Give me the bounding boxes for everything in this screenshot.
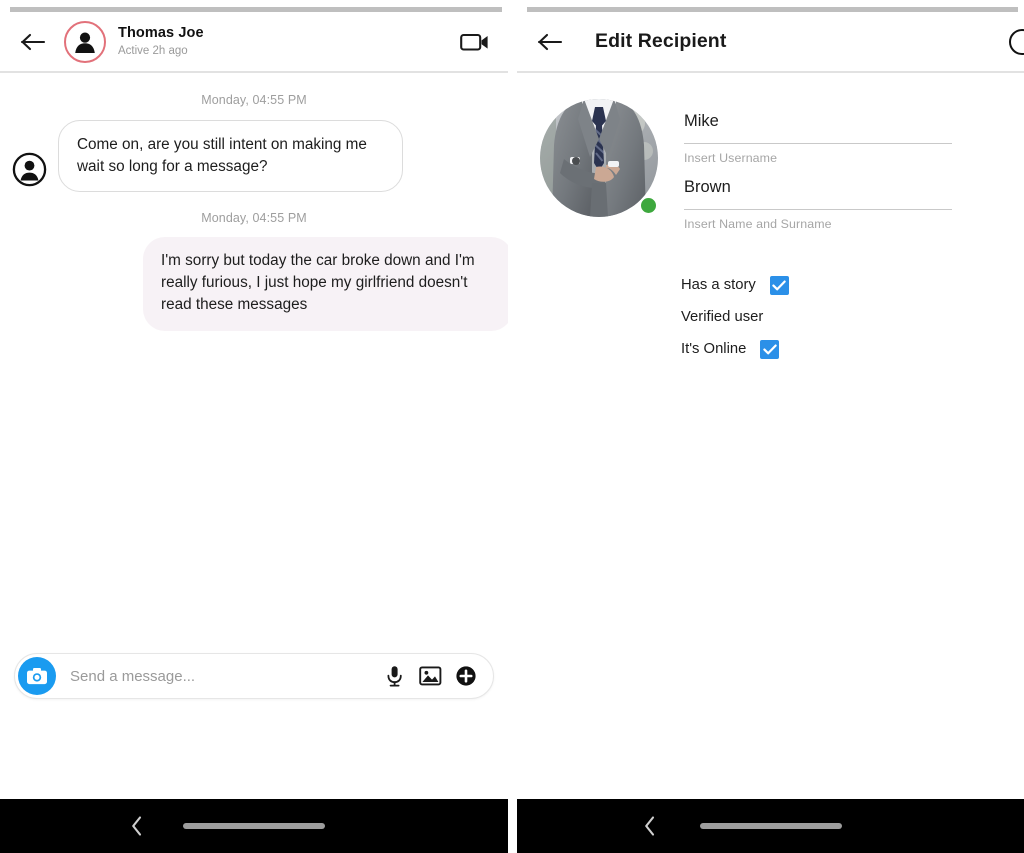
message-timestamp: Monday, 04:55 PM: [201, 211, 307, 226]
camera-icon[interactable]: [18, 657, 56, 695]
message-bubble-incoming: Come on, are you still intent on making …: [58, 120, 403, 193]
verified-user-checkbox[interactable]: [777, 308, 796, 327]
contact-status: Active 2h ago: [118, 44, 188, 57]
message-input[interactable]: [56, 667, 373, 685]
option-label: It's Online: [681, 341, 747, 358]
android-navigation-bar: [0, 799, 508, 853]
option-label: Verified user: [681, 309, 764, 326]
screenshot-stage: Thomas Joe Active 2h ago Monday, 04:55 P…: [0, 0, 1024, 853]
profile-circle-icon[interactable]: [1009, 28, 1024, 55]
message-composer-container: [0, 653, 508, 699]
page-title: Edit Recipient: [595, 30, 727, 52]
edit-recipient-panel: Edit Recipient Mike Insert Username Brow…: [517, 0, 1024, 853]
person-avatar-icon: [75, 32, 95, 53]
contact-avatar-with-story-ring[interactable]: [64, 20, 106, 63]
message-row-outgoing: I'm sorry but today the car broke down a…: [0, 237, 508, 331]
message-timestamp: Monday, 04:55 PM: [201, 93, 307, 107]
option-row-has-a-story: Has a story: [681, 270, 1024, 301]
recipient-options: Has a story Verified user It's Online: [517, 270, 1024, 365]
person-circle-icon: [10, 150, 48, 188]
fullname-input[interactable]: [684, 177, 952, 210]
avatar[interactable]: [540, 99, 658, 217]
fullname-field-block: Insert Name and Surname: [684, 177, 952, 231]
username-field-block: Insert Username: [684, 112, 952, 165]
contact-header-text: Thomas Joe Active 2h ago: [118, 24, 204, 58]
chevron-left-icon[interactable]: [643, 815, 657, 837]
status-bar-strip: [0, 0, 508, 12]
microphone-icon[interactable]: [379, 661, 409, 691]
android-navigation-bar: [517, 799, 1024, 853]
profile-photo: [540, 99, 658, 217]
its-online-checkbox[interactable]: [760, 339, 780, 359]
profile-row: Insert Username Insert Name and Surname: [517, 99, 1024, 231]
option-label: Has a story: [681, 277, 756, 294]
chat-screen-panel: Thomas Joe Active 2h ago Monday, 04:55 P…: [0, 0, 508, 853]
back-arrow-icon[interactable]: [16, 25, 50, 59]
online-dot: [641, 198, 656, 213]
fullname-field-hint: Insert Name and Surname: [684, 216, 832, 231]
chat-app-bar: Thomas Joe Active 2h ago: [0, 12, 508, 73]
option-row-verified-user: Verified user: [681, 302, 1024, 333]
contact-name: Thomas Joe: [118, 25, 204, 42]
has-a-story-checkbox[interactable]: [769, 275, 789, 295]
recipient-fields: Insert Username Insert Name and Surname: [684, 99, 952, 231]
message-composer: [14, 653, 494, 699]
username-field-hint: Insert Username: [684, 150, 778, 165]
edit-recipient-app-bar: Edit Recipient: [517, 12, 1024, 73]
edit-recipient-form: Insert Username Insert Name and Surname …: [517, 73, 1024, 740]
chevron-left-icon[interactable]: [130, 815, 144, 837]
message-row-incoming: Come on, are you still intent on making …: [0, 120, 508, 193]
message-bubble-outgoing: I'm sorry but today the car broke down a…: [143, 237, 508, 331]
video-camera-icon[interactable]: [458, 27, 492, 57]
image-icon[interactable]: [415, 661, 445, 691]
chat-message-list[interactable]: Monday, 04:55 PM Come on, are you still …: [0, 93, 508, 760]
back-arrow-icon[interactable]: [533, 25, 567, 59]
option-row-its-online: It's Online: [681, 334, 1024, 365]
plus-circle-icon[interactable]: [451, 661, 481, 691]
username-input[interactable]: [684, 112, 952, 144]
status-bar-strip: [517, 0, 1024, 12]
home-indicator[interactable]: [183, 823, 325, 829]
home-indicator[interactable]: [699, 823, 842, 829]
